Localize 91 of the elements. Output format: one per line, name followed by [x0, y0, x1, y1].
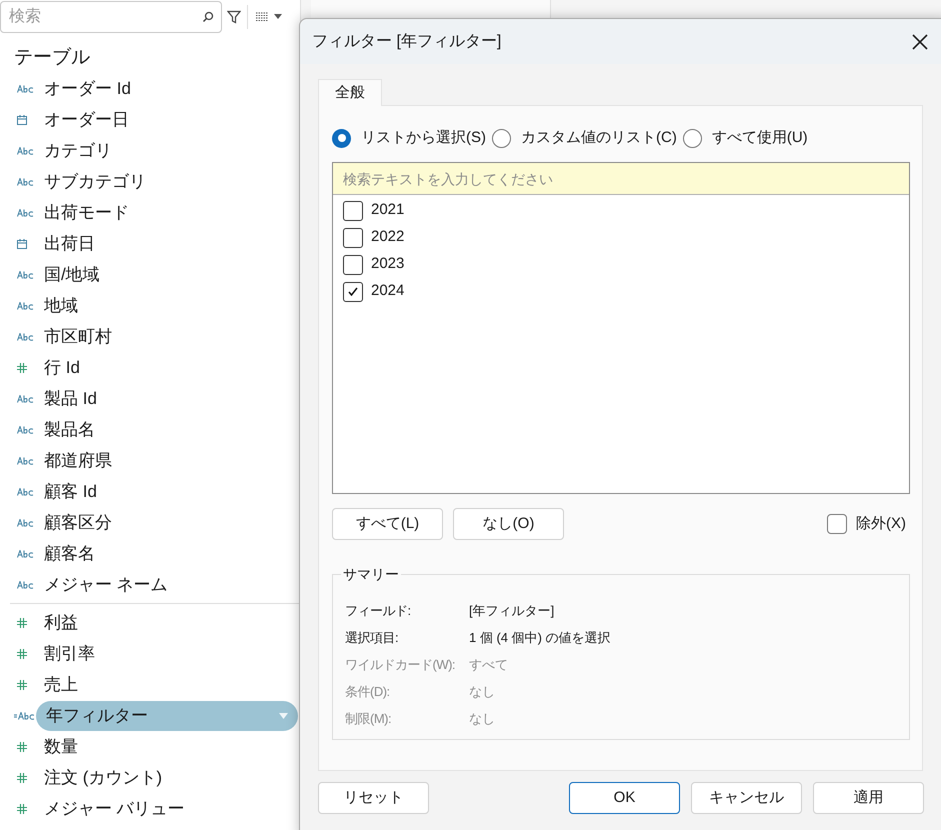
list-button[interactable]: なし(O) [453, 508, 564, 540]
calendar-icon [17, 114, 27, 124]
dialog-title: フィルター [年フィルター] [312, 32, 502, 52]
string-type-icon [17, 178, 35, 186]
radio-button[interactable] [332, 128, 351, 148]
caret-icon[interactable] [274, 14, 282, 19]
string-type-icon [17, 302, 35, 310]
field-item[interactable]: 行 Id [44, 356, 80, 380]
summary-value: [年フィルター] [469, 602, 554, 620]
field-item[interactable]: 利益 [44, 610, 78, 634]
dialog-button[interactable]: キャンセル [691, 782, 802, 814]
value-label[interactable]: 2022 [371, 226, 404, 249]
string-type-icon [17, 488, 35, 496]
string-type-icon [17, 426, 35, 434]
string-type-icon [17, 580, 35, 588]
filter-icon[interactable] [227, 10, 241, 24]
dialog-button[interactable]: OK [569, 782, 680, 814]
field-item[interactable]: 出荷モード [44, 200, 129, 224]
field-item[interactable]: 出荷日 [44, 232, 95, 256]
radio-label[interactable]: カスタム値のリスト(C) [521, 126, 677, 150]
search-icon [202, 10, 214, 22]
field-item[interactable]: 国/地域 [44, 262, 100, 286]
number-type-icon [17, 648, 27, 658]
checkbox-label[interactable]: 除外(X) [856, 512, 906, 536]
field-item[interactable]: 地域 [44, 294, 78, 318]
list-view-icon[interactable] [256, 12, 268, 22]
field-item[interactable]: カテゴリ [44, 138, 112, 162]
dialog-button[interactable]: 適用 [813, 782, 924, 814]
number-type-icon [17, 618, 27, 628]
field-item[interactable]: 顧客名 [44, 542, 95, 566]
field-item[interactable]: 数量 [44, 734, 78, 758]
number-type-icon [17, 362, 27, 372]
field-item[interactable]: メジャー バリュー [44, 796, 185, 820]
string-type-icon [17, 456, 35, 464]
field-item[interactable]: 割引率 [44, 642, 95, 666]
number-type-icon [17, 772, 27, 782]
summary-label: 条件(D): [345, 684, 390, 699]
summary-value: 1 個 (4 個中) の値を選択 [469, 628, 611, 647]
summary-label: 選択項目: [345, 630, 398, 645]
string-type-icon [17, 146, 35, 154]
value-label[interactable]: 2021 [371, 199, 404, 222]
checkbox[interactable] [343, 228, 363, 248]
value-label[interactable]: 2024 [371, 280, 404, 303]
field-item[interactable]: 製品名 [44, 418, 95, 442]
field-item[interactable]: 製品 Id [44, 386, 97, 410]
string-type-icon [17, 550, 35, 558]
field-item[interactable]: 売上 [44, 672, 78, 696]
radio-label[interactable]: リストから選択(S) [361, 126, 486, 150]
radio-button[interactable] [492, 128, 511, 148]
value-label[interactable]: 2023 [371, 253, 404, 276]
field-item[interactable]: 年フィルター [36, 700, 298, 730]
string-type-icon [17, 270, 35, 278]
field-item[interactable]: オーダー Id [44, 76, 131, 100]
string-type-icon [17, 208, 35, 216]
field-item[interactable]: 市区町村 [44, 324, 112, 348]
number-type-icon [17, 804, 27, 814]
field-item[interactable]: 注文 (カウント) [44, 766, 162, 790]
calculated-string-icon [14, 712, 36, 720]
field-item[interactable]: メジャー ネーム [44, 572, 168, 596]
number-type-icon [17, 742, 27, 752]
field-item[interactable]: 顧客 Id [44, 480, 97, 504]
checkbox[interactable] [343, 200, 363, 220]
checkbox[interactable] [343, 282, 363, 302]
tab[interactable]: 全般 [318, 79, 382, 106]
list-button[interactable]: すべて(L) [332, 508, 443, 540]
string-type-icon [17, 84, 35, 92]
radio-button[interactable] [682, 128, 702, 148]
field-item[interactable]: 都道府県 [44, 448, 112, 472]
checkbox[interactable] [343, 254, 363, 274]
number-type-icon [17, 680, 27, 690]
calendar-icon [17, 238, 27, 248]
summary-value: なし [469, 710, 495, 728]
summary-label: 制限(M): [345, 710, 392, 726]
checkmark-icon [348, 287, 358, 296]
field-item[interactable]: 顧客区分 [44, 510, 112, 534]
search-field[interactable]: 検索 [0, 0, 222, 32]
string-type-icon [17, 518, 35, 526]
summary-label: ワイルドカード(W): [345, 656, 456, 672]
dialog-button[interactable]: リセット [318, 782, 429, 814]
field-item[interactable]: サブカテゴリ [44, 170, 146, 194]
string-type-icon [17, 394, 35, 402]
list-search-field[interactable]: 検索テキストを入力してください [333, 163, 909, 195]
section-title: テーブル [14, 46, 90, 70]
string-type-icon [17, 332, 35, 340]
radio-label[interactable]: すべて使用(U) [712, 126, 808, 150]
summary-label: フィールド: [345, 602, 411, 618]
summary-value: すべて [469, 656, 508, 674]
summary-value: なし [469, 682, 495, 701]
field-item[interactable]: オーダー日 [44, 108, 129, 132]
checkbox[interactable] [827, 514, 847, 534]
close-icon[interactable] [912, 34, 928, 50]
